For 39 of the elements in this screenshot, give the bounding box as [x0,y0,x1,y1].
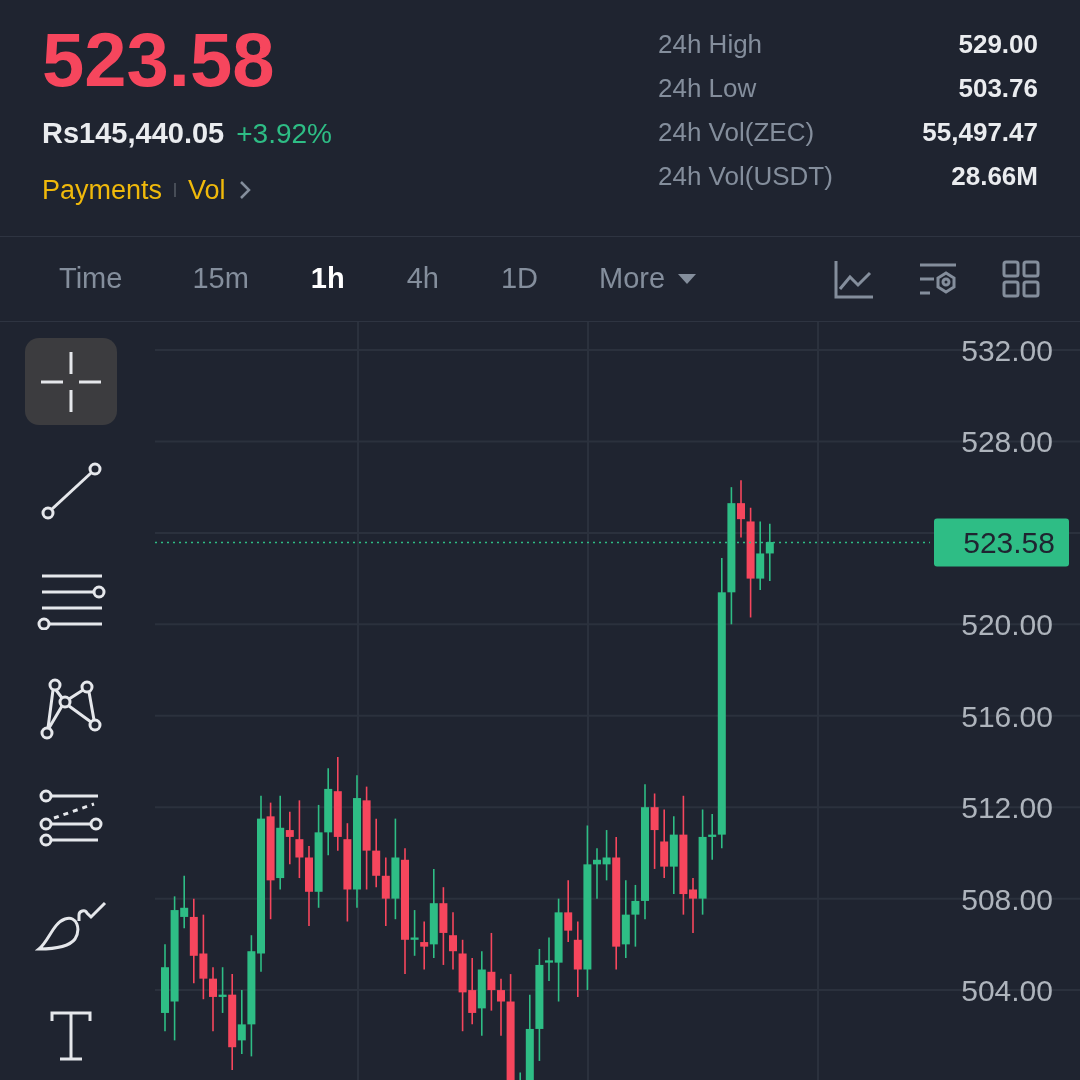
pattern-drawing-icon [38,677,104,741]
line-chart-icon[interactable] [834,259,874,299]
interval-tab[interactable]: 1h [309,257,346,301]
candlestick [519,1071,521,1080]
price-axis-label: 520.00 [961,608,1053,642]
stat-value: 55,497.47 [922,116,1038,149]
stat-label: 24h High [658,28,763,61]
stat-label: 24h Vol(ZEC) [658,116,815,149]
price-axis-label: 516.00 [961,699,1053,733]
price-change: +3.92% [236,117,332,151]
stat-value: 529.00 [958,28,1038,61]
candlestick [660,808,669,879]
last-price: 523.58 [42,18,276,102]
caret-down-icon [677,273,698,285]
price-axis-label: 512.00 [961,791,1053,825]
stat-value: 28.66M [951,160,1038,193]
interval-tab[interactable]: 15m [191,257,250,301]
price-axis-label: 504.00 [961,974,1053,1008]
drawing-tool-button[interactable] [25,338,117,426]
indicator-settings-icon[interactable] [918,261,958,297]
interval-tab[interactable]: 1D [499,257,539,301]
stat-label: 24h Low [658,72,757,105]
fiat-price: Rs145,440.05 [42,116,225,151]
fibonacci-lines-icon [38,788,104,849]
tag-link[interactable]: Vol [188,169,226,210]
grid-icon[interactable] [1002,260,1040,298]
price-axis-label: 508.00 [961,882,1053,916]
interval-tab[interactable]: 4h [405,257,440,301]
stat-label: 24h Vol(USDT) [658,160,833,193]
interval-tab[interactable]: Time [58,257,124,301]
candlestick [468,957,477,1026]
price-axis-label: 532.00 [961,334,1053,367]
more-dropdown[interactable]: More [599,257,698,301]
chevron-right-icon [237,178,252,201]
trend-line-icon [39,460,103,521]
tag-link[interactable]: Payments [42,169,163,210]
current-price-tag: 523.58 [934,518,1069,567]
stat-value: 503.76 [958,72,1038,105]
price-axis-label: 528.00 [961,425,1053,459]
